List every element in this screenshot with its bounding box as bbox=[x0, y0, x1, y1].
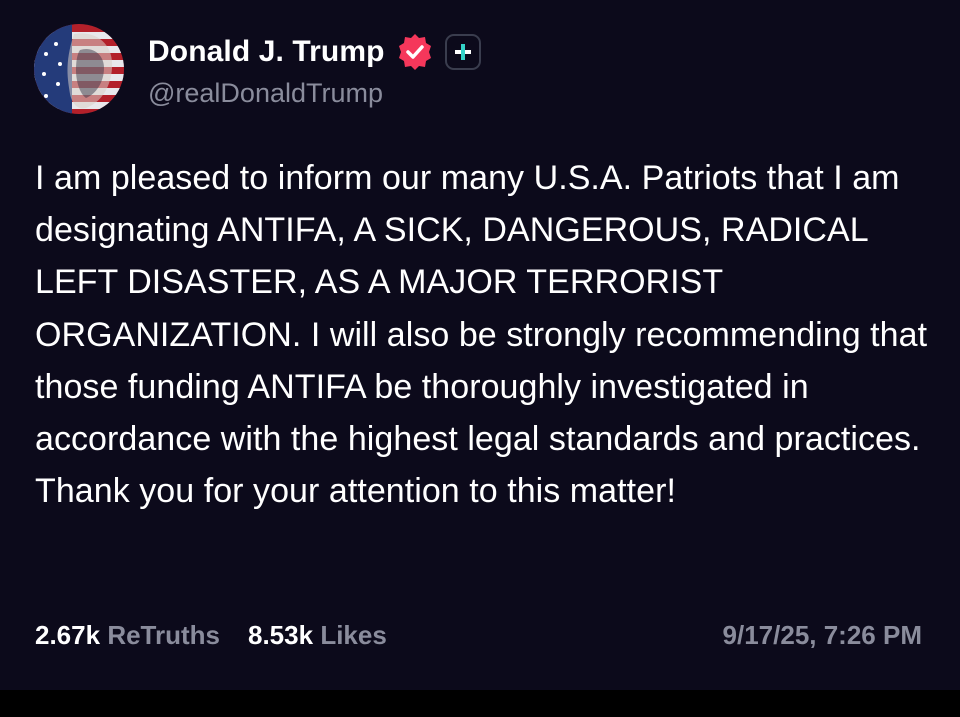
retruths-label: ReTruths bbox=[107, 620, 220, 650]
display-name[interactable]: Donald J. Trump bbox=[148, 35, 385, 69]
avatar-image bbox=[34, 24, 124, 114]
likes-label: Likes bbox=[320, 620, 387, 650]
post-card: Donald J. Trump @realDonaldTrump I am pl… bbox=[0, 0, 960, 690]
post-stats: 2.67k ReTruths 8.53k Likes bbox=[35, 620, 387, 651]
likes-count: 8.53k bbox=[248, 620, 314, 650]
post-timestamp[interactable]: 9/17/25, 7:26 PM bbox=[723, 620, 922, 651]
retruths-stat[interactable]: 2.67k ReTruths bbox=[35, 620, 220, 651]
post-text: I am pleased to inform our many U.S.A. P… bbox=[35, 159, 928, 511]
likes-stat[interactable]: 8.53k Likes bbox=[248, 620, 387, 651]
avatar[interactable] bbox=[34, 24, 124, 114]
author-row: Donald J. Trump bbox=[148, 30, 481, 74]
truth-plus-icon[interactable] bbox=[444, 34, 481, 70]
verified-badge-icon bbox=[395, 32, 435, 72]
author-handle[interactable]: @realDonaldTrump bbox=[148, 78, 383, 109]
retruths-count: 2.67k bbox=[35, 620, 101, 650]
